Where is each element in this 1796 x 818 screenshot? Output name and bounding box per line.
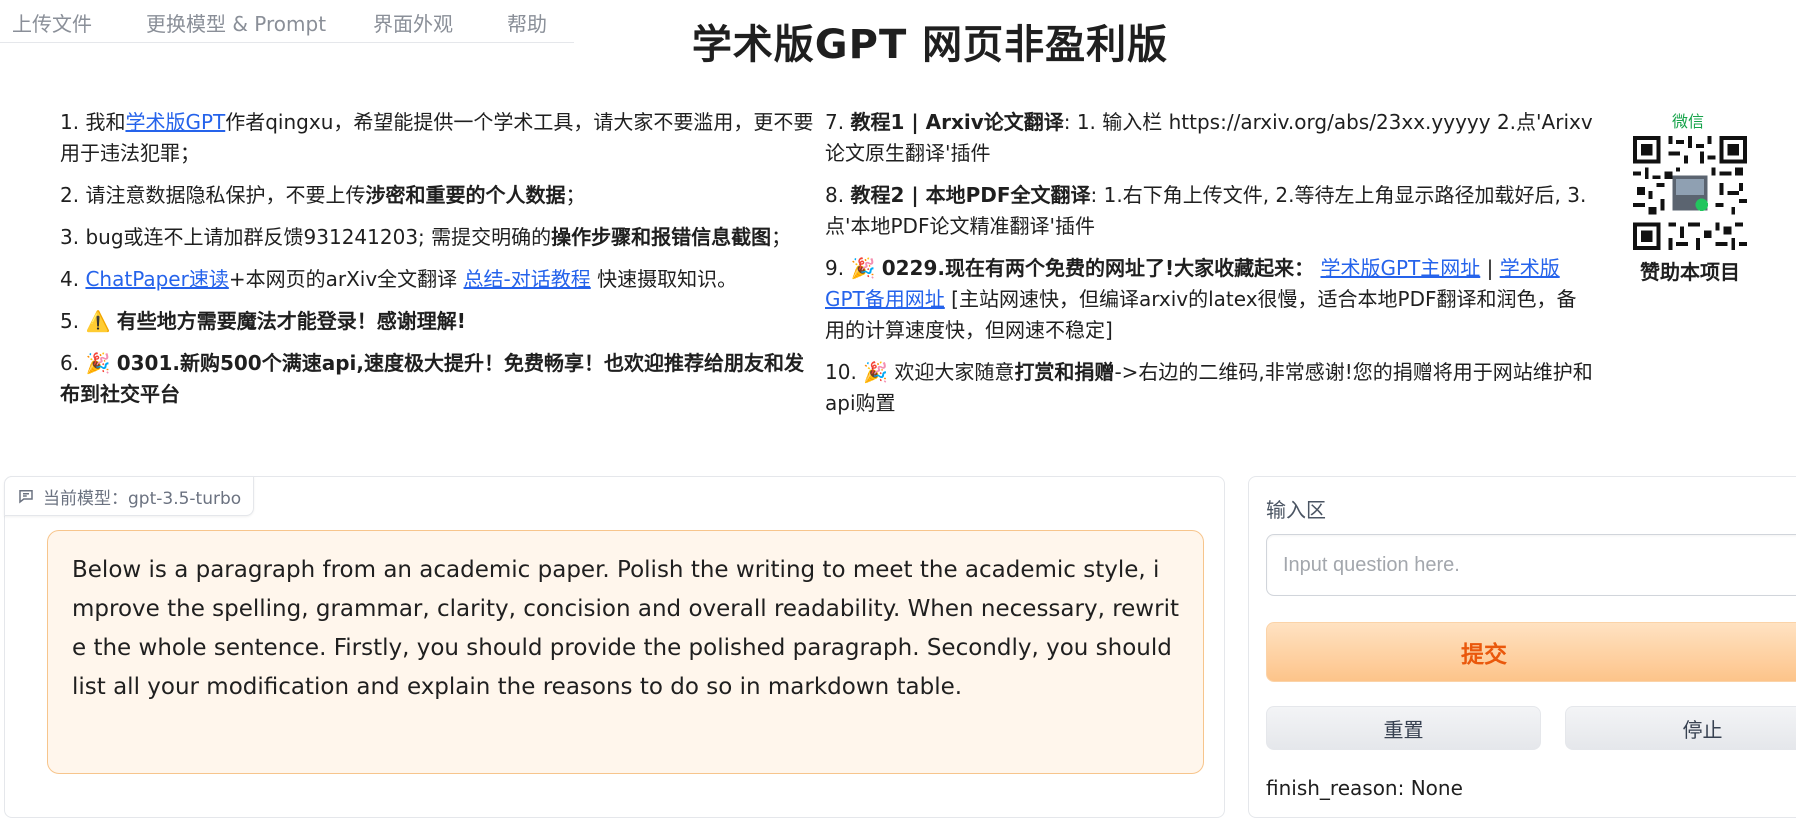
- party-popper-icon: 🎉: [85, 351, 111, 375]
- notice-item-9: 9. 🎉 0229.现在有两个免费的网址了!大家收藏起来： 学术版GPT主网址 …: [825, 253, 1593, 346]
- notice-item-8: 8. 教程2 | 本地PDF全文翻译: 1.右下角上传文件, 2.等待左上角显示…: [825, 180, 1593, 242]
- notice-number: 8.: [825, 183, 845, 207]
- finish-reason-status: finish_reason: None: [1266, 776, 1463, 800]
- notice-item-6: 6. 🎉 0301.新购500个满速api,速度极大提升！免费畅享！也欢迎推荐给…: [60, 348, 822, 410]
- notice-bold-text: 教程2 | 本地PDF全文翻译: [850, 183, 1091, 207]
- chat-bubble-icon: [19, 490, 33, 504]
- notice-text: 我和: [85, 110, 126, 134]
- reset-button[interactable]: 重置: [1266, 706, 1541, 750]
- notice-text: 请注意数据隐私保护，不要上传: [85, 183, 366, 207]
- user-message-bubble: Below is a paragraph from an academic pa…: [47, 530, 1204, 774]
- party-popper-icon: 🎉: [850, 256, 876, 280]
- notice-bold-text: 涉密和重要的个人数据: [365, 183, 566, 207]
- notice-item-5: 5. ⚠️ 有些地方需要魔法才能登录！感谢理解!: [60, 306, 822, 337]
- notice-number: 2.: [60, 183, 80, 207]
- notice-text: +本网页的arXiv全文翻译: [228, 267, 464, 291]
- notice-item-1: 1. 我和学术版GPT作者qingxu，希望能提供一个学术工具，请大家不要滥用，…: [60, 107, 822, 169]
- current-model-label: 当前模型：gpt-3.5-turbo: [43, 488, 242, 509]
- notice-bold-text: 0229.现在有两个免费的网址了!大家收藏起来：: [881, 256, 1315, 280]
- notice-number: 1.: [60, 110, 80, 134]
- input-area-label: 输入区: [1266, 498, 1326, 522]
- notice-number: 7.: [825, 110, 845, 134]
- main-site-link[interactable]: 学术版GPT主网址: [1320, 256, 1480, 280]
- notice-number: 5.: [60, 309, 80, 333]
- notice-item-10: 10. 🎉 欢迎大家随意打赏和捐赠->右边的二维码,非常感谢!您的捐赠将用于网站…: [825, 357, 1593, 419]
- question-input[interactable]: [1266, 534, 1796, 596]
- notice-text: 快速摄取知识。: [590, 267, 738, 291]
- notice-bold-text: 教程1 | Arxiv论文翻译: [850, 110, 1064, 134]
- notice-bold-text: 有些地方需要魔法才能登录！感谢理解!: [116, 309, 466, 333]
- academic-gpt-link[interactable]: 学术版GPT: [125, 110, 225, 134]
- notice-text: bug或连不上请加群反馈931241203; 需提交明确的: [85, 225, 552, 249]
- notice-bold-text: 打赏和捐赠: [1014, 360, 1115, 384]
- notice-list-left: 1. 我和学术版GPT作者qingxu，希望能提供一个学术工具，请大家不要滥用，…: [60, 107, 822, 421]
- qr-code-image: [1633, 136, 1747, 250]
- link-separator: |: [1480, 256, 1500, 280]
- notice-number: 9.: [825, 256, 845, 280]
- party-popper-icon: 🎉: [863, 360, 889, 384]
- chatpaper-link[interactable]: ChatPaper速读: [85, 267, 228, 291]
- notice-list-right: 7. 教程1 | Arxiv论文翻译: 1. 输入栏 https://arxiv…: [825, 107, 1593, 430]
- notice-number: 10.: [825, 360, 857, 384]
- notice-bold-text: 操作步骤和报错信息截图: [551, 225, 772, 249]
- submit-button[interactable]: 提交: [1266, 622, 1796, 682]
- notice-number: 3.: [60, 225, 80, 249]
- notice-item-3: 3. bug或连不上请加群反馈931241203; 需提交明确的操作步骤和报错信…: [60, 222, 822, 253]
- notice-text: ；: [771, 225, 792, 249]
- notice-number: 6.: [60, 351, 80, 375]
- notice-item-7: 7. 教程1 | Arxiv论文翻译: 1. 输入栏 https://arxiv…: [825, 107, 1593, 169]
- sponsor-caption: 赞助本项目: [1640, 260, 1740, 284]
- warning-icon: ⚠️: [85, 309, 111, 333]
- notice-bold-text: 0301.新购500个满速api,速度极大提升！免费畅享！也欢迎推荐给朋友和发布…: [60, 351, 804, 406]
- wechat-label: 微信: [1672, 112, 1705, 131]
- page-title: 学术版GPT 网页非盈利版: [691, 22, 1169, 68]
- current-model-badge: 当前模型：gpt-3.5-turbo: [4, 476, 255, 516]
- notice-item-2: 2. 请注意数据隐私保护，不要上传涉密和重要的个人数据；: [60, 180, 822, 211]
- notice-number: 4.: [60, 267, 80, 291]
- notice-text: 欢迎大家随意: [894, 360, 1015, 384]
- notice-item-4: 4. ChatPaper速读+本网页的arXiv全文翻译 总结-对话教程 快速摄…: [60, 264, 822, 295]
- notice-text: ；: [565, 183, 586, 207]
- stop-button[interactable]: 停止: [1565, 706, 1796, 750]
- summary-dialog-tutorial-link[interactable]: 总结-对话教程: [464, 267, 591, 291]
